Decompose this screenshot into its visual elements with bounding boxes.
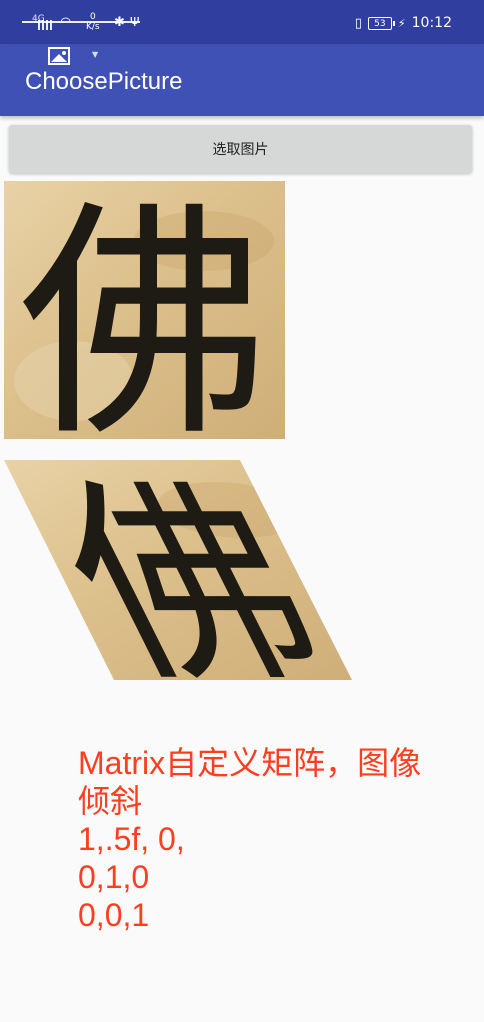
charging-icon: ⚡: [397, 16, 406, 30]
status-left-icons: 4G ◠ 0 K/s ✱ Ψ: [18, 12, 148, 34]
original-image: 佛: [4, 181, 285, 439]
app-bar: ▼ ChoosePicture: [0, 44, 484, 116]
calligraphy-character: 佛: [19, 181, 269, 439]
status-bar: 4G ◠ 0 K/s ✱ Ψ ▯ 53 ⚡ 10:12: [0, 0, 484, 44]
speed-unit: K/s: [86, 22, 100, 32]
clock: 10:12: [411, 15, 452, 31]
caption-line-3: 1,.5f, 0,: [78, 821, 185, 857]
image-icon: [48, 47, 70, 65]
strike-line: [22, 21, 140, 23]
vibrate-icon: ▯: [354, 15, 362, 31]
choose-picture-button[interactable]: 选取图片: [9, 125, 472, 173]
matrix-caption: Matrix自定义矩阵，图像 倾斜 1,.5f, 0, 0,1,0 0,0,1: [78, 744, 478, 934]
app-title: ChoosePicture: [25, 68, 183, 95]
caption-line-5: 0,0,1: [78, 897, 150, 933]
caption-line-2: 倾斜: [78, 783, 143, 819]
caption-line-4: 0,1,0: [78, 859, 150, 895]
caption-line-1: Matrix自定义矩阵，图像: [78, 745, 422, 781]
dropdown-icon: ▼: [92, 50, 99, 59]
skewed-image: 佛: [4, 460, 352, 680]
battery-icon: 53: [367, 16, 395, 30]
status-right-icons: ▯ 53 ⚡ 10:12: [355, 13, 452, 33]
